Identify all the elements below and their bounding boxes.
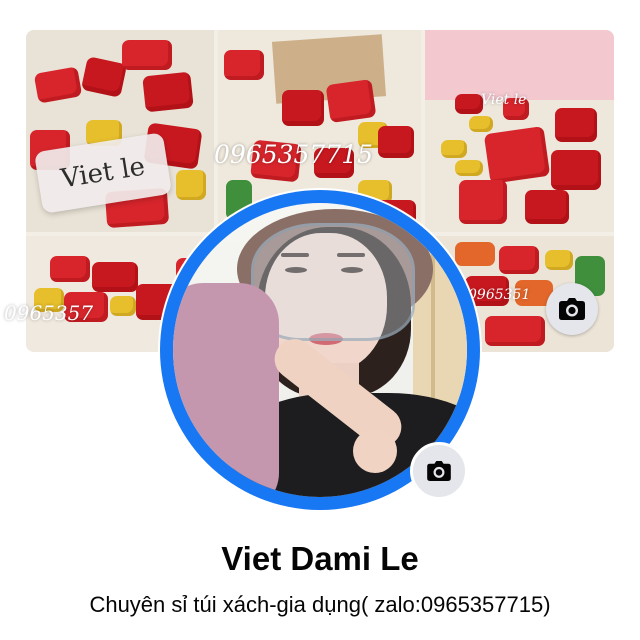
edit-profile-picture-button[interactable] (410, 442, 468, 500)
cover-watermark-phone-partial: 0965357 (4, 301, 94, 325)
cover-watermark-phone-partial: 0965351 (468, 287, 531, 303)
camera-icon (427, 461, 451, 481)
cover-watermark-phone: 0965357715 (214, 140, 374, 169)
cover-watermark-name: Viet le (481, 92, 527, 108)
profile-bio: Chuyên sỉ túi xách-gia dụng( zalo:096535… (89, 592, 551, 617)
edit-cover-photo-button[interactable] (546, 283, 598, 335)
camera-icon (559, 298, 585, 320)
profile-name: Viet Dami Le (221, 540, 419, 577)
cover-collage-tile (425, 30, 614, 232)
